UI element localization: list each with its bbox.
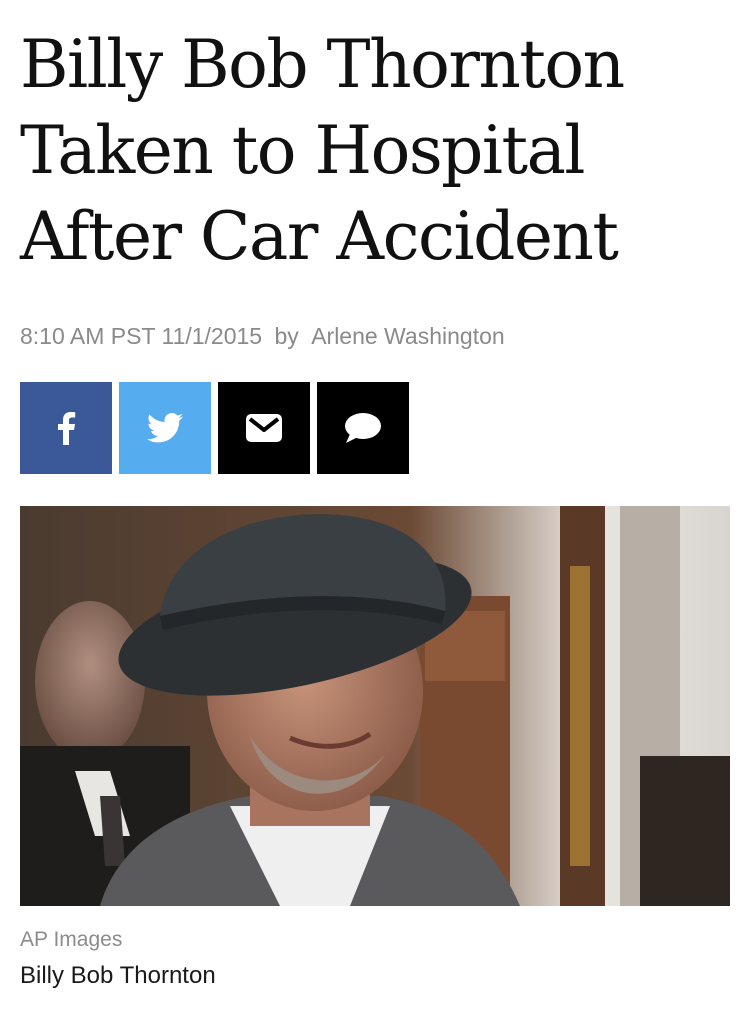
timestamp: 8:10 AM PST 11/1/2015 bbox=[20, 323, 263, 349]
comment-share-button[interactable] bbox=[317, 382, 409, 474]
article-meta: 8:10 AM PST 11/1/2015 by Arlene Washingt… bbox=[20, 323, 505, 350]
facebook-icon bbox=[56, 411, 76, 445]
twitter-icon bbox=[147, 413, 183, 443]
headline-line: Billy Bob Thornton bbox=[20, 26, 625, 103]
photo-caption: Billy Bob Thornton bbox=[20, 962, 216, 989]
email-share-button[interactable] bbox=[218, 382, 310, 474]
photo-credit: AP Images bbox=[20, 928, 123, 951]
headline: Billy Bob Thornton Taken to Hospital Aft… bbox=[20, 22, 730, 280]
comment-icon bbox=[343, 412, 383, 444]
email-icon bbox=[245, 413, 283, 443]
author-name[interactable]: Arlene Washington bbox=[311, 323, 504, 349]
facebook-share-button[interactable] bbox=[20, 382, 112, 474]
article-photo bbox=[20, 506, 730, 906]
byline-prefix: by bbox=[274, 323, 299, 349]
headline-line: Taken to Hospital bbox=[20, 112, 586, 189]
twitter-share-button[interactable] bbox=[119, 382, 211, 474]
share-bar bbox=[20, 382, 416, 474]
headline-line: After Car Accident bbox=[20, 198, 619, 275]
